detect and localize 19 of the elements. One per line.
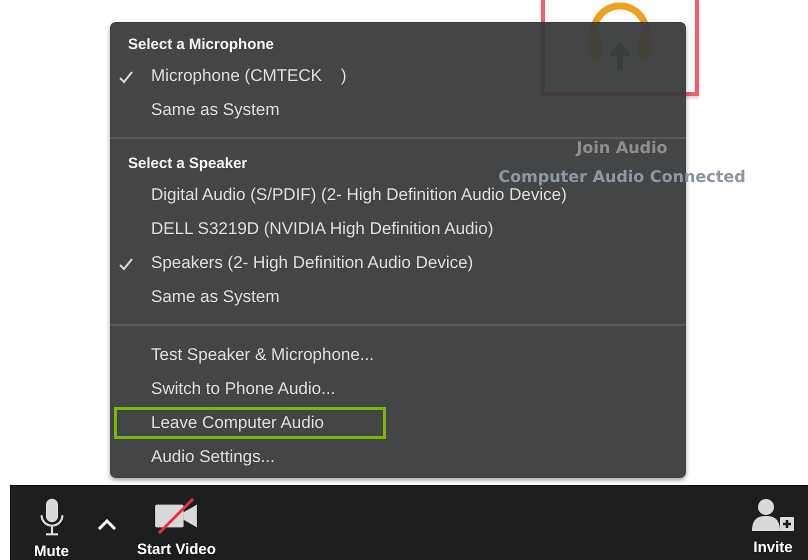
menu-item[interactable]: Speakers (2- High Definition Audio Device) — [114, 247, 486, 279]
add-person-icon — [750, 497, 796, 533]
join-audio-label: Join Audio — [576, 138, 668, 157]
invite-button[interactable]: Invite — [744, 497, 802, 556]
caret-icon — [97, 518, 117, 530]
menu-item[interactable]: Audio Settings... — [114, 441, 288, 473]
menu-item[interactable]: Switch to Phone Audio... — [114, 373, 348, 405]
menu-heading: Select a Microphone — [127, 35, 274, 55]
start-video-button[interactable]: Start Video — [131, 497, 222, 558]
microphone-icon — [38, 497, 64, 537]
menu-item[interactable]: Same as System — [114, 94, 292, 126]
menu-item[interactable]: Microphone (CMTECK ) — [114, 60, 360, 92]
camera-off-icon — [153, 497, 200, 535]
menu-heading: Select a Speaker — [127, 154, 248, 174]
mute-button[interactable]: Mute — [28, 497, 75, 560]
menu-item[interactable]: DELL S3219D (NVIDIA High Definition Audio) — [114, 213, 506, 245]
menu-item[interactable]: Test Speaker & Microphone... — [114, 339, 388, 371]
menu-item[interactable]: Same as System — [114, 281, 292, 313]
menu-item[interactable]: Leave Computer Audio — [114, 407, 386, 439]
